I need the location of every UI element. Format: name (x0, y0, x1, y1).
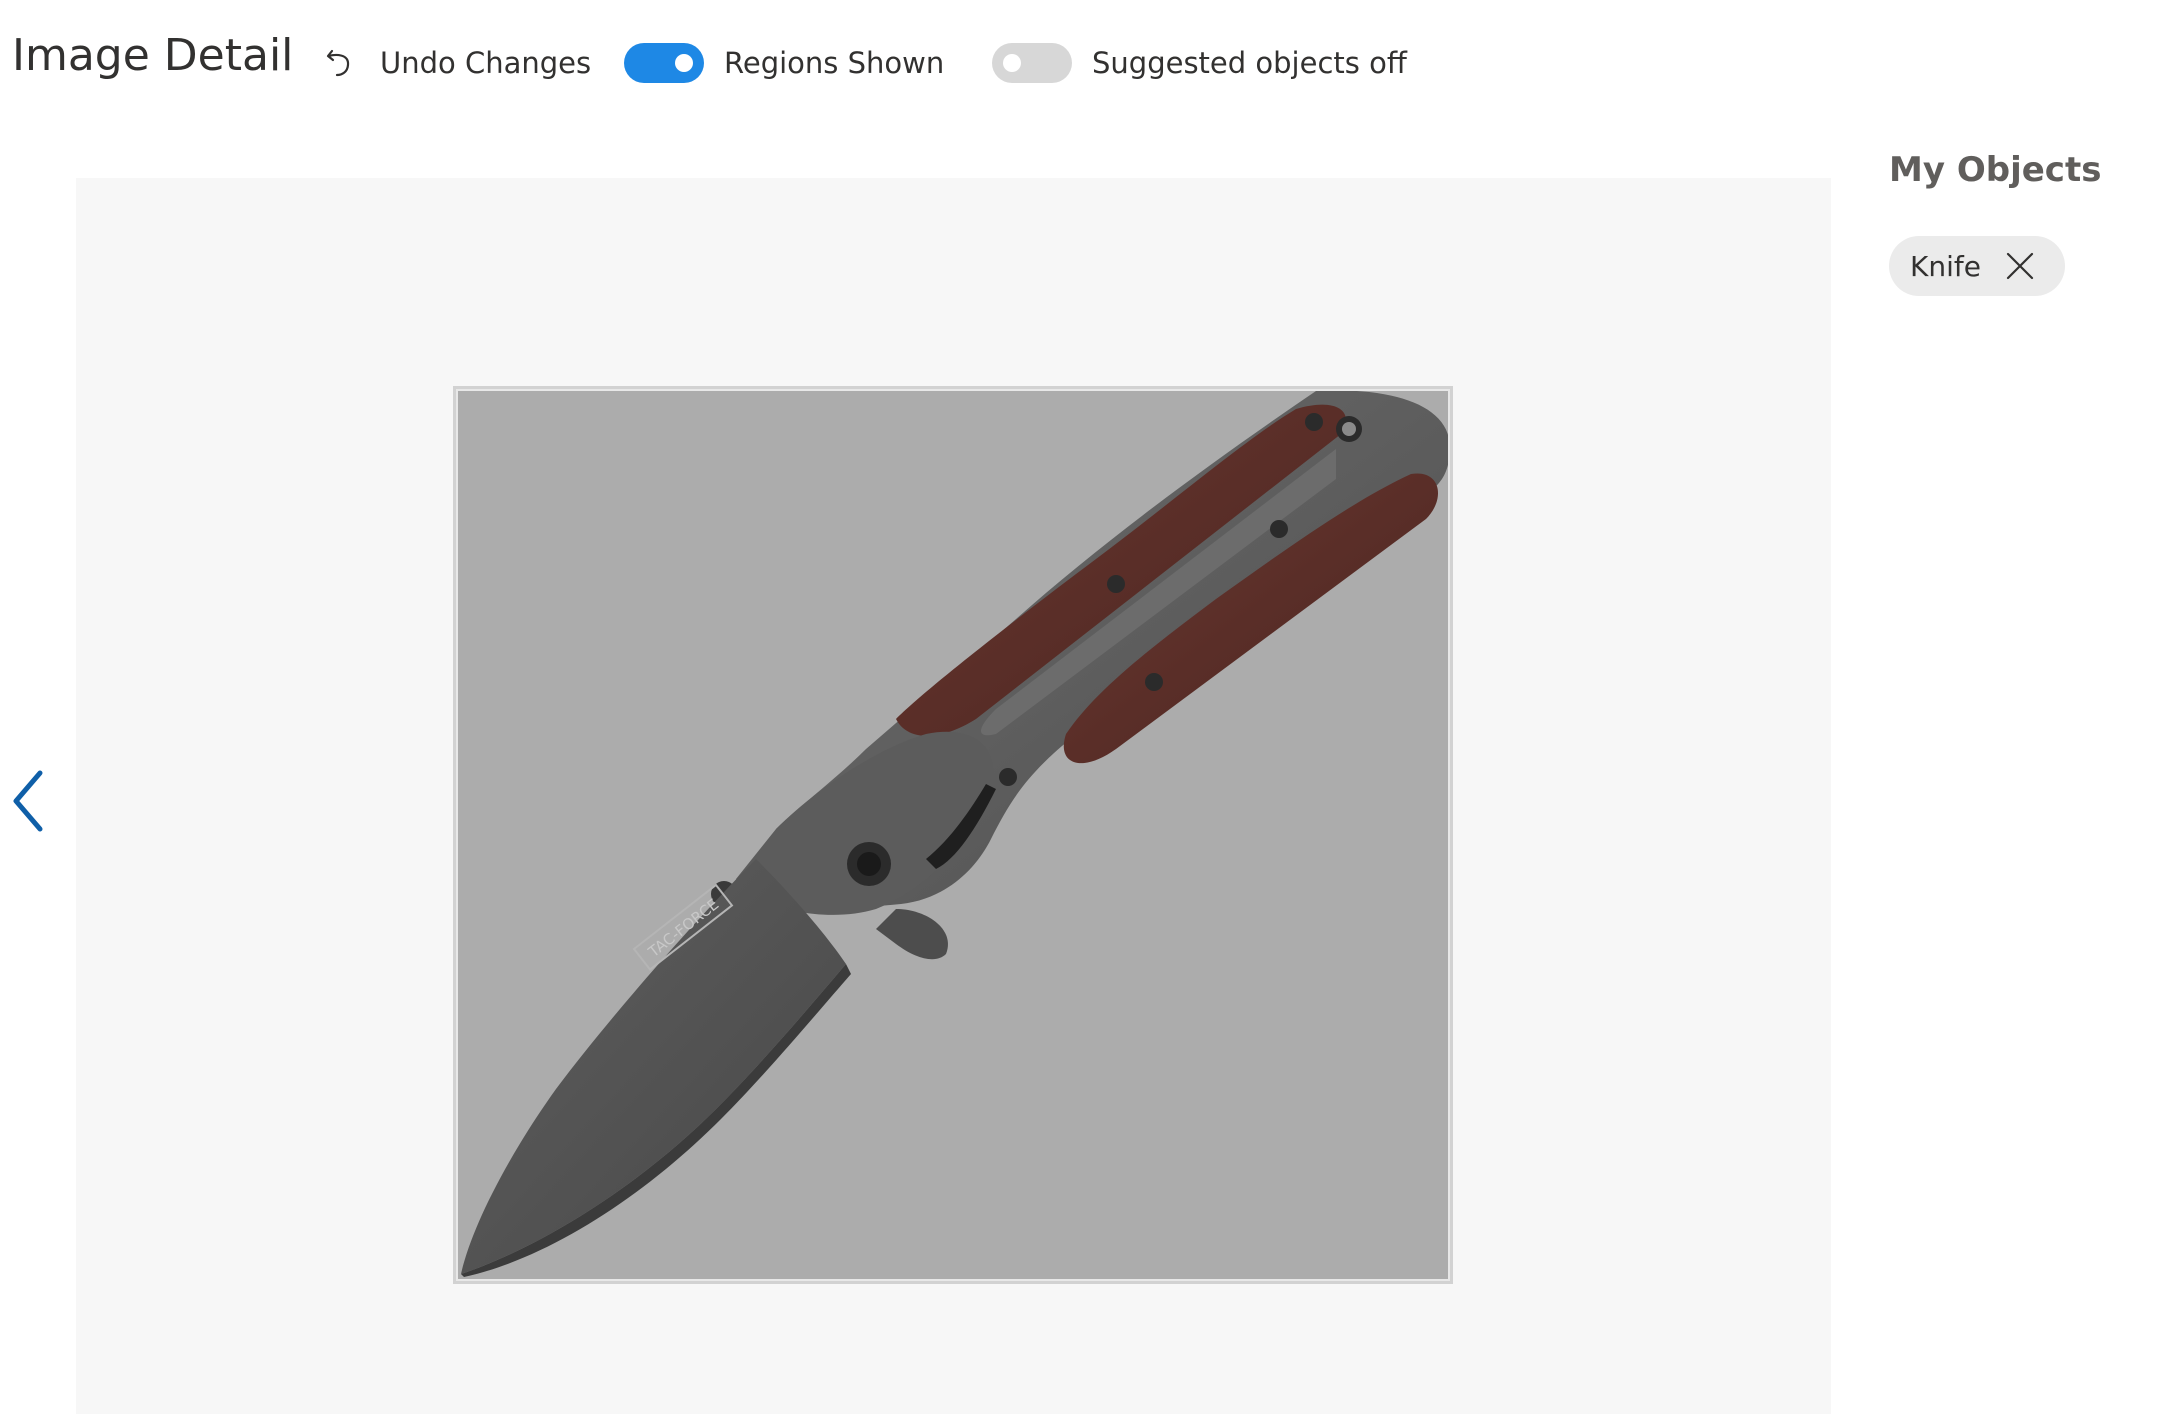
suggested-objects-toggle[interactable]: Suggested objects off (992, 38, 1407, 88)
regions-toggle-switch[interactable] (624, 43, 704, 83)
object-region-box[interactable] (456, 389, 1450, 1281)
image-detail-page: Image Detail Undo Changes Regions Shown … (0, 0, 2174, 1414)
image-viewport[interactable]: TAC-FORCE (453, 386, 1453, 1284)
suggested-toggle-switch[interactable] (992, 43, 1072, 83)
object-tag-chip[interactable]: Knife (1889, 236, 2065, 296)
regions-shown-label: Regions Shown (724, 46, 945, 80)
my-objects-panel: My Objects Knife (1889, 150, 2159, 350)
undo-changes-button[interactable]: Undo Changes (322, 38, 591, 88)
regions-shown-toggle[interactable]: Regions Shown (624, 38, 944, 88)
toolbar: Image Detail Undo Changes Regions Shown … (0, 0, 2174, 125)
undo-icon (322, 45, 358, 81)
image-canvas: TAC-FORCE (76, 178, 1831, 1414)
toggle-knob (675, 54, 693, 72)
suggested-objects-label: Suggested objects off (1092, 46, 1407, 80)
undo-changes-label: Undo Changes (380, 46, 592, 80)
previous-image-button[interactable] (6, 765, 50, 837)
toggle-knob (1003, 54, 1021, 72)
object-tag-label: Knife (1910, 249, 1981, 283)
page-title: Image Detail (12, 30, 294, 81)
chevron-left-icon (13, 770, 43, 832)
close-icon[interactable] (2005, 251, 2035, 281)
my-objects-title: My Objects (1889, 150, 2102, 190)
